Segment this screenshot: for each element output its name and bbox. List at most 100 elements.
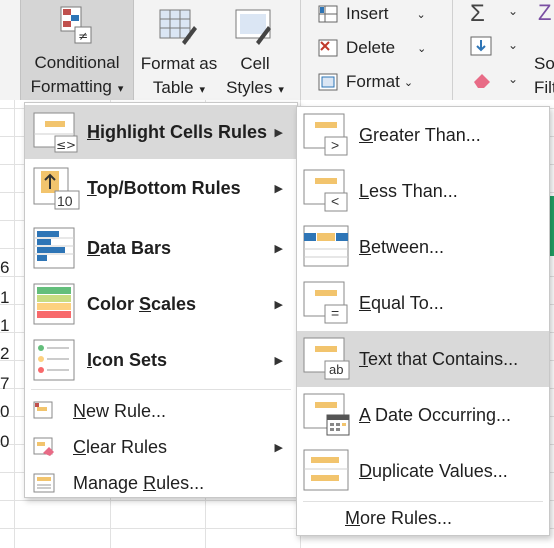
menu-item-top-bottom-rules[interactable]: 10 Top/Bottom Rules ▶ xyxy=(25,161,297,215)
chevron-down-icon[interactable]: ⌄ xyxy=(508,38,518,52)
menu-item-data-bars[interactable]: Data Bars ▶ xyxy=(25,221,297,275)
submenu-arrow-icon: ▶ xyxy=(274,298,283,311)
format-as-table-button[interactable]: Format as Table ▾ xyxy=(136,0,222,100)
sort-filter-label-2-partial[interactable]: Filt xyxy=(534,78,554,98)
menu-item-label: Color Scales xyxy=(87,293,197,314)
menu-item-label: Top/Bottom Rules xyxy=(87,177,241,198)
submenu-item-greater-than[interactable]: > Greater Than... xyxy=(297,107,549,163)
text-contains-badge: ab xyxy=(329,362,344,377)
menu-item-label: Highlight Cells Rules xyxy=(87,121,268,142)
cell-value[interactable]: 6 xyxy=(0,258,14,278)
duplicate-values-icon xyxy=(303,449,351,493)
format-as-table-label-2-row: Table ▾ xyxy=(136,76,222,102)
menu-item-manage-rules[interactable]: Manage Rules... xyxy=(25,465,297,501)
greater-than-icon: > xyxy=(303,113,351,157)
format-as-table-label-2: Table xyxy=(152,78,194,97)
equal-to-icon: = xyxy=(303,281,351,325)
insert-cells-icon xyxy=(318,5,338,23)
submenu-item-more-rules[interactable]: More Rules... xyxy=(297,503,549,533)
cell-styles-label-2-row: Styles ▾ xyxy=(222,76,288,102)
equal-to-badge: = xyxy=(331,305,340,321)
conditional-formatting-label-1: Conditional xyxy=(34,53,120,72)
cell-value[interactable]: 2 xyxy=(0,344,14,364)
submenu-item-less-than[interactable]: < Less Than... xyxy=(297,163,549,219)
data-bars-icon xyxy=(33,227,79,269)
chevron-down-icon[interactable]: ⌄ xyxy=(508,4,518,18)
ribbon: ≠ Conditional Formatting ▾ Format as Tabl… xyxy=(0,0,554,102)
menu-item-new-rule[interactable]: New Rule... xyxy=(25,393,297,429)
chevron-down-icon: ⌄ xyxy=(417,42,427,55)
menu-item-label: Equal To... xyxy=(359,292,444,313)
menu-item-label: Data Bars xyxy=(87,237,172,258)
menu-item-label: Duplicate Values... xyxy=(359,460,508,481)
submenu-item-a-date-occurring[interactable]: A Date Occurring... xyxy=(297,387,549,443)
clear-rules-icon xyxy=(33,437,55,457)
menu-item-label: Clear Rules xyxy=(73,436,168,457)
menu-item-label: Text that Contains... xyxy=(359,348,519,369)
menu-item-label: Greater Than... xyxy=(359,124,481,145)
cell-value[interactable]: 7 xyxy=(0,374,14,394)
menu-separator xyxy=(31,389,291,390)
chevron-down-icon: ▾ xyxy=(117,83,124,95)
conditional-formatting-menu: ≤> Highlight Cells Rules ▶ 10 Top/Bottom… xyxy=(24,102,298,498)
chevron-down-icon: ▾ xyxy=(199,84,206,96)
cell-styles-icon xyxy=(234,6,274,46)
chevron-down-icon: ⌄ xyxy=(403,76,414,89)
menu-item-clear-rules[interactable]: Clear Rules ▶ xyxy=(25,429,297,465)
format-as-table-label-1: Format as xyxy=(140,54,218,73)
format-button[interactable]: Format ⌄ xyxy=(318,70,413,94)
less-than-icon: < xyxy=(303,169,351,213)
submenu-arrow-icon: ▶ xyxy=(274,441,283,454)
manage-rules-icon xyxy=(33,473,55,493)
menu-item-icon-sets[interactable]: Icon Sets ▶ xyxy=(25,333,297,387)
fill-icon[interactable] xyxy=(470,36,492,56)
submenu-item-text-that-contains[interactable]: ab Text that Contains... xyxy=(297,331,549,387)
menu-item-label: New Rule... xyxy=(73,400,167,421)
menu-separator xyxy=(303,501,543,502)
submenu-item-equal-to[interactable]: = Equal To... xyxy=(297,275,549,331)
chevron-down-icon: ▾ xyxy=(278,84,284,96)
menu-item-label: Less Than... xyxy=(359,180,458,201)
cell-value[interactable]: 1 xyxy=(0,316,14,336)
submenu-item-duplicate-values[interactable]: Duplicate Values... xyxy=(297,443,549,499)
icon-sets-icon xyxy=(33,339,79,381)
submenu-arrow-icon: ▶ xyxy=(274,182,283,195)
cell-value[interactable]: 0 xyxy=(0,432,14,452)
cell-styles-button[interactable]: Cell Styles ▾ xyxy=(222,0,288,100)
insert-button[interactable]: Insert ⌄ xyxy=(318,2,426,26)
format-label: Format xyxy=(346,72,400,91)
chevron-down-icon: ⌄ xyxy=(416,8,426,21)
grid-column-line xyxy=(14,100,15,548)
conditional-formatting-label-2-row: Formatting ▾ xyxy=(21,75,133,101)
menu-item-highlight-cells-rules[interactable]: ≤> Highlight Cells Rules ▶ xyxy=(25,105,297,159)
sort-filter-label-partial[interactable]: So xyxy=(534,54,554,74)
menu-item-label: Manage Rules... xyxy=(73,472,205,493)
between-icon xyxy=(303,225,351,269)
clear-eraser-icon[interactable] xyxy=(470,70,494,90)
cell-styles-label-1: Cell xyxy=(240,54,270,73)
menu-item-label: Icon Sets xyxy=(87,349,168,370)
menu-item-label: More Rules... xyxy=(345,507,453,528)
menu-item-color-scales[interactable]: Color Scales ▶ xyxy=(25,277,297,331)
sort-filter-icon[interactable]: Z xyxy=(538,0,551,26)
submenu-arrow-icon: ▶ xyxy=(274,126,283,139)
submenu-item-between[interactable]: Between... xyxy=(297,219,549,275)
top-bottom-badge: 10 xyxy=(57,193,73,209)
submenu-arrow-icon: ▶ xyxy=(274,354,283,367)
cell-styles-label-2: Styles xyxy=(226,78,273,97)
autosum-icon[interactable]: Σ xyxy=(470,0,485,28)
menu-item-label: Between... xyxy=(359,236,445,257)
format-as-table-icon xyxy=(158,6,198,46)
cell-value[interactable]: 1 xyxy=(0,288,14,308)
submenu-arrow-icon: ▶ xyxy=(274,242,283,255)
ribbon-divider xyxy=(300,0,301,100)
top-bottom-icon: 10 xyxy=(33,167,81,211)
cell-value[interactable]: 0 xyxy=(0,402,14,422)
chevron-down-icon[interactable]: ⌄ xyxy=(508,72,518,86)
conditional-formatting-button[interactable]: ≠ Conditional Formatting ▾ xyxy=(20,0,134,102)
delete-button[interactable]: Delete ⌄ xyxy=(318,36,426,60)
menu-item-label: A Date Occurring... xyxy=(359,404,512,425)
date-occurring-icon xyxy=(303,393,351,437)
highlight-cells-icon: ≤> xyxy=(33,112,79,154)
color-scales-icon xyxy=(33,283,79,325)
